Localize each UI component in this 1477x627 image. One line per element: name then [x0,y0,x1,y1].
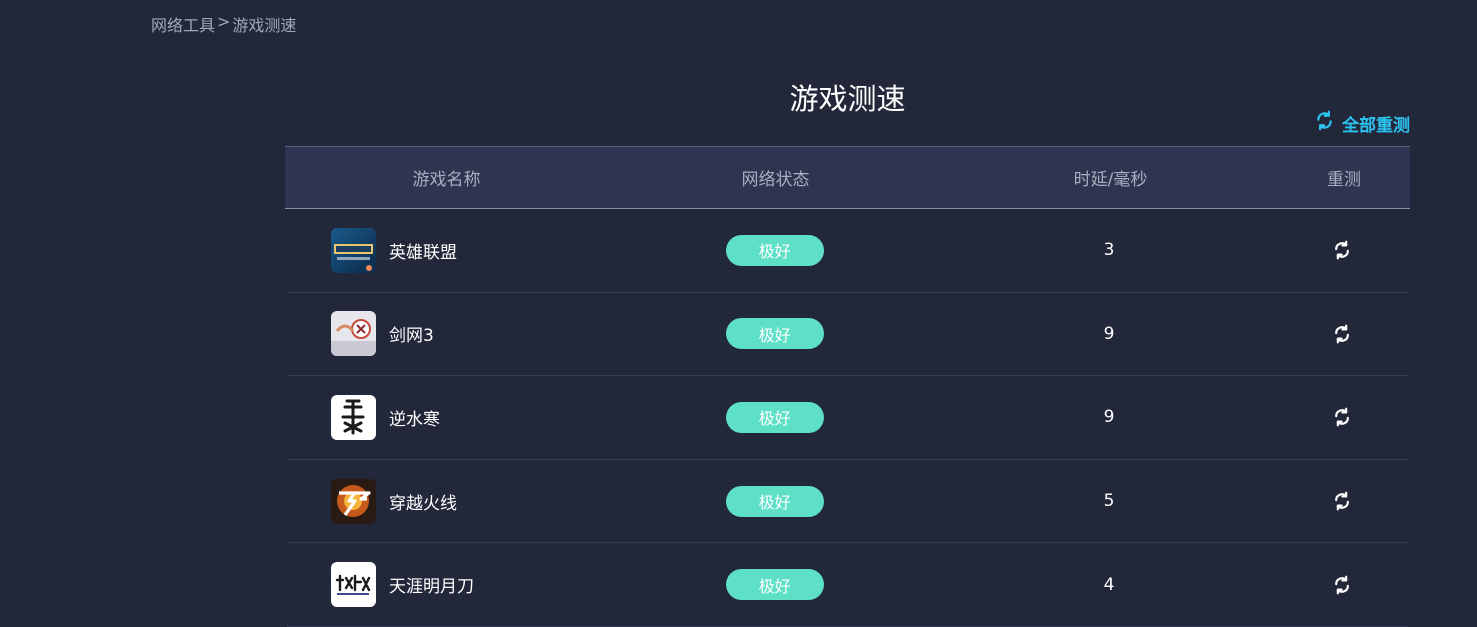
latency-value: 9 [1103,323,1115,344]
table-row: 英雄联盟 极好 3 [287,209,1408,293]
latency-value: 4 [1103,574,1115,595]
table-row: 天涯明月刀 极好 4 [287,543,1408,627]
latency-value: 5 [1103,491,1115,512]
retest-button[interactable] [1330,489,1354,513]
refresh-icon [1314,110,1335,136]
game-cell: 英雄联盟 [287,227,607,273]
retest-all-button[interactable]: 全部重测 [1314,110,1410,136]
status-badge: 极好 [725,401,824,433]
refresh-icon [1335,240,1350,260]
status-badge: 极好 [725,318,824,350]
breadcrumb-current: 游戏测速 [232,16,297,35]
breadcrumb-network-tools[interactable]: 网络工具 [151,12,215,36]
game-speed-table: 游戏名称 网络状态 时延/毫秒 重测 英雄联盟 极好 3 剑网3 极好 9 逆水… [285,146,1410,627]
game-name: 天涯明月刀 [389,577,474,598]
status-badge: 极好 [725,234,824,266]
header-game-name: 游戏名称 [412,170,481,190]
tianya-game-icon [331,562,376,608]
status-badge: 极好 [725,569,824,601]
retest-button[interactable] [1330,322,1354,346]
refresh-icon [1335,575,1350,595]
header-network-status: 网络状态 [741,170,810,190]
jx3-game-icon [331,311,376,357]
game-cell: 剑网3 [287,311,607,357]
table-row: 剑网3 极好 9 [287,293,1408,377]
game-name: 剑网3 [389,326,434,347]
retest-button[interactable] [1330,405,1354,429]
breadcrumb: 网络工具 > 游戏测速 [151,12,296,36]
retest-button[interactable] [1330,573,1354,597]
game-name: 穿越火线 [389,493,457,514]
status-badge: 极好 [725,485,824,517]
crossfire-game-icon [331,478,376,524]
table-row: 逆水寒 极好 9 [287,376,1408,460]
table-header: 游戏名称 网络状态 时延/毫秒 重测 [285,146,1410,209]
refresh-icon [1335,408,1350,427]
breadcrumb-separator: > [217,12,231,31]
page-title: 游戏测速 [789,82,906,116]
refresh-icon [1335,324,1350,344]
nishuihan-game-icon [331,394,376,440]
header-retest: 重测 [1327,170,1361,190]
game-cell: 逆水寒 [287,394,607,440]
game-name: 英雄联盟 [389,242,457,263]
game-name: 逆水寒 [389,409,440,430]
lol-game-icon [331,227,376,273]
latency-value: 9 [1103,407,1115,428]
retest-all-label: 全部重测 [1342,115,1410,136]
table-row: 穿越火线 极好 5 [287,460,1408,544]
retest-button[interactable] [1330,238,1354,262]
refresh-icon [1335,491,1350,511]
latency-value: 3 [1103,240,1115,261]
game-cell: 天涯明月刀 [287,562,607,608]
game-cell: 穿越火线 [287,478,607,524]
header-latency: 时延/毫秒 [1073,170,1148,190]
